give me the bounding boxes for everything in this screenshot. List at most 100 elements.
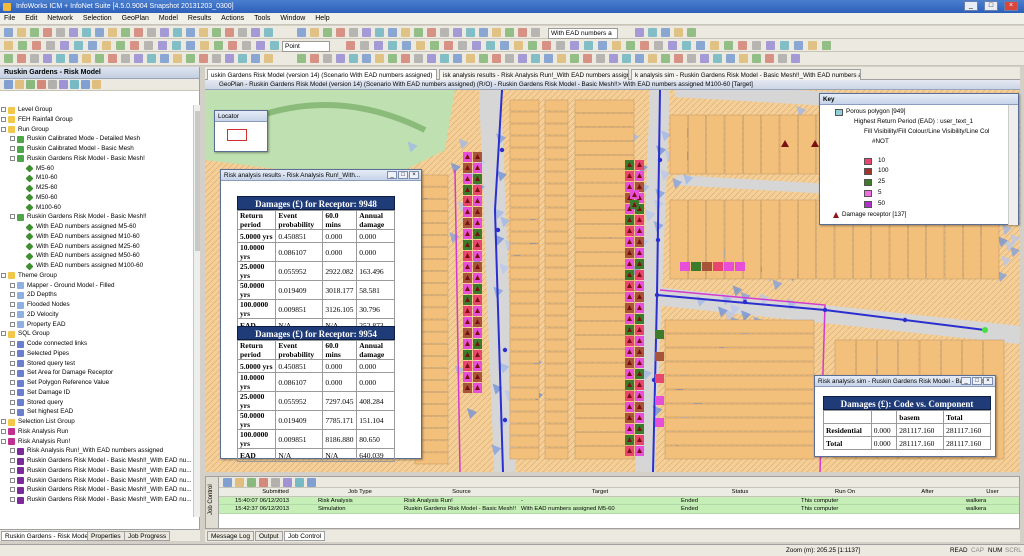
tab-output[interactable]: Output xyxy=(255,531,283,541)
toolbar-button-icon[interactable] xyxy=(472,41,481,50)
toolbar-button-icon[interactable] xyxy=(158,41,167,50)
toolbar-button-icon[interactable] xyxy=(479,54,488,63)
toolbar-button-icon[interactable] xyxy=(505,28,514,37)
scenario-select[interactable]: With EAD numbers a xyxy=(548,28,618,39)
expand-toggle-icon[interactable] xyxy=(10,380,15,385)
job-tool-icon[interactable] xyxy=(271,478,280,487)
menu-tools[interactable]: Tools xyxy=(250,13,274,25)
selection-mode-select[interactable]: Point xyxy=(282,41,330,52)
toolbar-button-icon[interactable] xyxy=(270,41,279,50)
tree-item[interactable]: Ruskin Gardens Risk Model - Basic Mesh!!… xyxy=(0,466,193,476)
expand-toggle-icon[interactable] xyxy=(10,155,15,161)
explorer-tool-icon[interactable] xyxy=(37,80,46,89)
toolbar-button-icon[interactable] xyxy=(173,54,182,63)
expand-toggle-icon[interactable] xyxy=(10,360,15,366)
job-tool-icon[interactable] xyxy=(247,478,256,487)
toolbar-button-icon[interactable] xyxy=(687,28,696,37)
toolbar-button-icon[interactable] xyxy=(173,28,182,37)
toolbar-button-icon[interactable] xyxy=(212,28,221,37)
job-tool-icon[interactable] xyxy=(307,478,316,487)
tree-item[interactable]: Code connected links xyxy=(0,339,193,349)
toolbar-button-icon[interactable] xyxy=(102,41,111,50)
job-row[interactable]: 15:42:37 06/12/2013 Simulation Ruskin Gard… xyxy=(219,505,1019,514)
tree-item[interactable]: Selected Pipes xyxy=(0,349,193,359)
maximize-button[interactable]: □ xyxy=(984,1,998,11)
toolbar-button-icon[interactable] xyxy=(598,41,607,50)
toolbar-button-icon[interactable] xyxy=(531,28,540,37)
expand-toggle-icon[interactable] xyxy=(10,448,15,454)
toolbar-button-icon[interactable] xyxy=(130,41,139,50)
tree-item[interactable]: SQL Group xyxy=(0,329,193,339)
toolbar-button-icon[interactable] xyxy=(375,28,384,37)
job-tool-icon[interactable] xyxy=(283,478,292,487)
toolbar-button-icon[interactable] xyxy=(18,41,27,50)
explorer-tool-icon[interactable] xyxy=(92,80,101,89)
tree-item[interactable]: Risk Analysis Run! xyxy=(0,437,193,447)
tab-risk-results[interactable]: isk analysis results - Risk Analysis Run… xyxy=(439,69,629,80)
locator-window[interactable]: Locator xyxy=(214,110,268,152)
toolbar-button-icon[interactable] xyxy=(225,54,234,63)
toolbar-button-icon[interactable] xyxy=(362,28,371,37)
tree-item[interactable]: 2D Depths xyxy=(0,290,193,300)
toolbar-button-icon[interactable] xyxy=(251,28,260,37)
tree-item[interactable]: M10-60 xyxy=(0,173,193,183)
expand-toggle-icon[interactable] xyxy=(10,341,15,346)
toolbar-button-icon[interactable] xyxy=(414,54,423,63)
toolbar-button-icon[interactable] xyxy=(56,28,65,37)
toolbar-button-icon[interactable] xyxy=(401,54,410,63)
toolbar-button-icon[interactable] xyxy=(654,41,663,50)
toolbar-button-icon[interactable] xyxy=(583,54,592,63)
tree-scrollbar[interactable] xyxy=(193,105,200,517)
expand-toggle-icon[interactable] xyxy=(10,467,15,473)
toolbar-button-icon[interactable] xyxy=(622,54,631,63)
toolbar-button-icon[interactable] xyxy=(542,41,551,50)
toolbar-button-icon[interactable] xyxy=(238,28,247,37)
toolbar-button-icon[interactable] xyxy=(402,41,411,50)
toolbar-button-icon[interactable] xyxy=(514,41,523,50)
tab-job-progress[interactable]: Job Progress xyxy=(124,531,171,541)
tab-message-log[interactable]: Message Log xyxy=(207,531,255,541)
toolbar-button-icon[interactable] xyxy=(186,28,195,37)
menu-results[interactable]: Results xyxy=(184,13,215,25)
toolbar-button-icon[interactable] xyxy=(225,28,234,37)
toolbar-button-icon[interactable] xyxy=(95,28,104,37)
tree-item[interactable]: Level Group xyxy=(0,105,193,115)
key-scrollbar[interactable] xyxy=(1008,105,1018,225)
toolbar-button-icon[interactable] xyxy=(374,41,383,50)
toolbar-button-icon[interactable] xyxy=(160,54,169,63)
toolbar-button-icon[interactable] xyxy=(199,28,208,37)
toolbar-button-icon[interactable] xyxy=(492,28,501,37)
tree-item[interactable]: Ruskin Gardens Risk Model - Basic Mesh!!… xyxy=(0,476,193,486)
column-header[interactable]: Target xyxy=(519,488,679,497)
column-header[interactable]: Status xyxy=(679,488,799,497)
tree-item[interactable]: Set Polygon Reference Value xyxy=(0,378,193,388)
tab-model-explorer[interactable]: Ruskin Gardens - Risk Model xyxy=(1,531,94,541)
toolbar-button-icon[interactable] xyxy=(713,54,722,63)
tree-item[interactable]: Stored query test xyxy=(0,359,193,369)
expand-toggle-icon[interactable] xyxy=(1,331,6,337)
toolbar-button-icon[interactable] xyxy=(416,41,425,50)
toolbar-button-icon[interactable] xyxy=(626,41,635,50)
minimize-button[interactable]: _ xyxy=(961,377,971,385)
toolbar-button-icon[interactable] xyxy=(401,28,410,37)
tree-item[interactable]: Set Area for Damage Receptor xyxy=(0,368,193,378)
expand-toggle-icon[interactable] xyxy=(10,136,15,142)
tree-item[interactable]: Ruskin Gardens Risk Model - Basic Mesh!!… xyxy=(0,485,193,495)
minimize-button[interactable]: _ xyxy=(387,171,397,179)
expand-toggle-icon[interactable] xyxy=(10,214,15,220)
menu-edit[interactable]: Edit xyxy=(21,13,41,25)
toolbar-button-icon[interactable] xyxy=(74,41,83,50)
toolbar-button-icon[interactable] xyxy=(778,54,787,63)
toolbar-button-icon[interactable] xyxy=(95,54,104,63)
toolbar-button-icon[interactable] xyxy=(264,54,273,63)
tree-item[interactable]: Mapper - Ground Model - Filled xyxy=(0,281,193,291)
toolbar-button-icon[interactable] xyxy=(710,41,719,50)
toolbar-button-icon[interactable] xyxy=(251,54,260,63)
toolbar-button-icon[interactable] xyxy=(609,54,618,63)
toolbar-button-icon[interactable] xyxy=(427,28,436,37)
toolbar-button-icon[interactable] xyxy=(427,54,436,63)
tree-item[interactable]: Theme Group xyxy=(0,271,193,281)
toolbar-button-icon[interactable] xyxy=(612,41,621,50)
expand-toggle-icon[interactable] xyxy=(10,409,15,415)
toolbar-button-icon[interactable] xyxy=(739,54,748,63)
